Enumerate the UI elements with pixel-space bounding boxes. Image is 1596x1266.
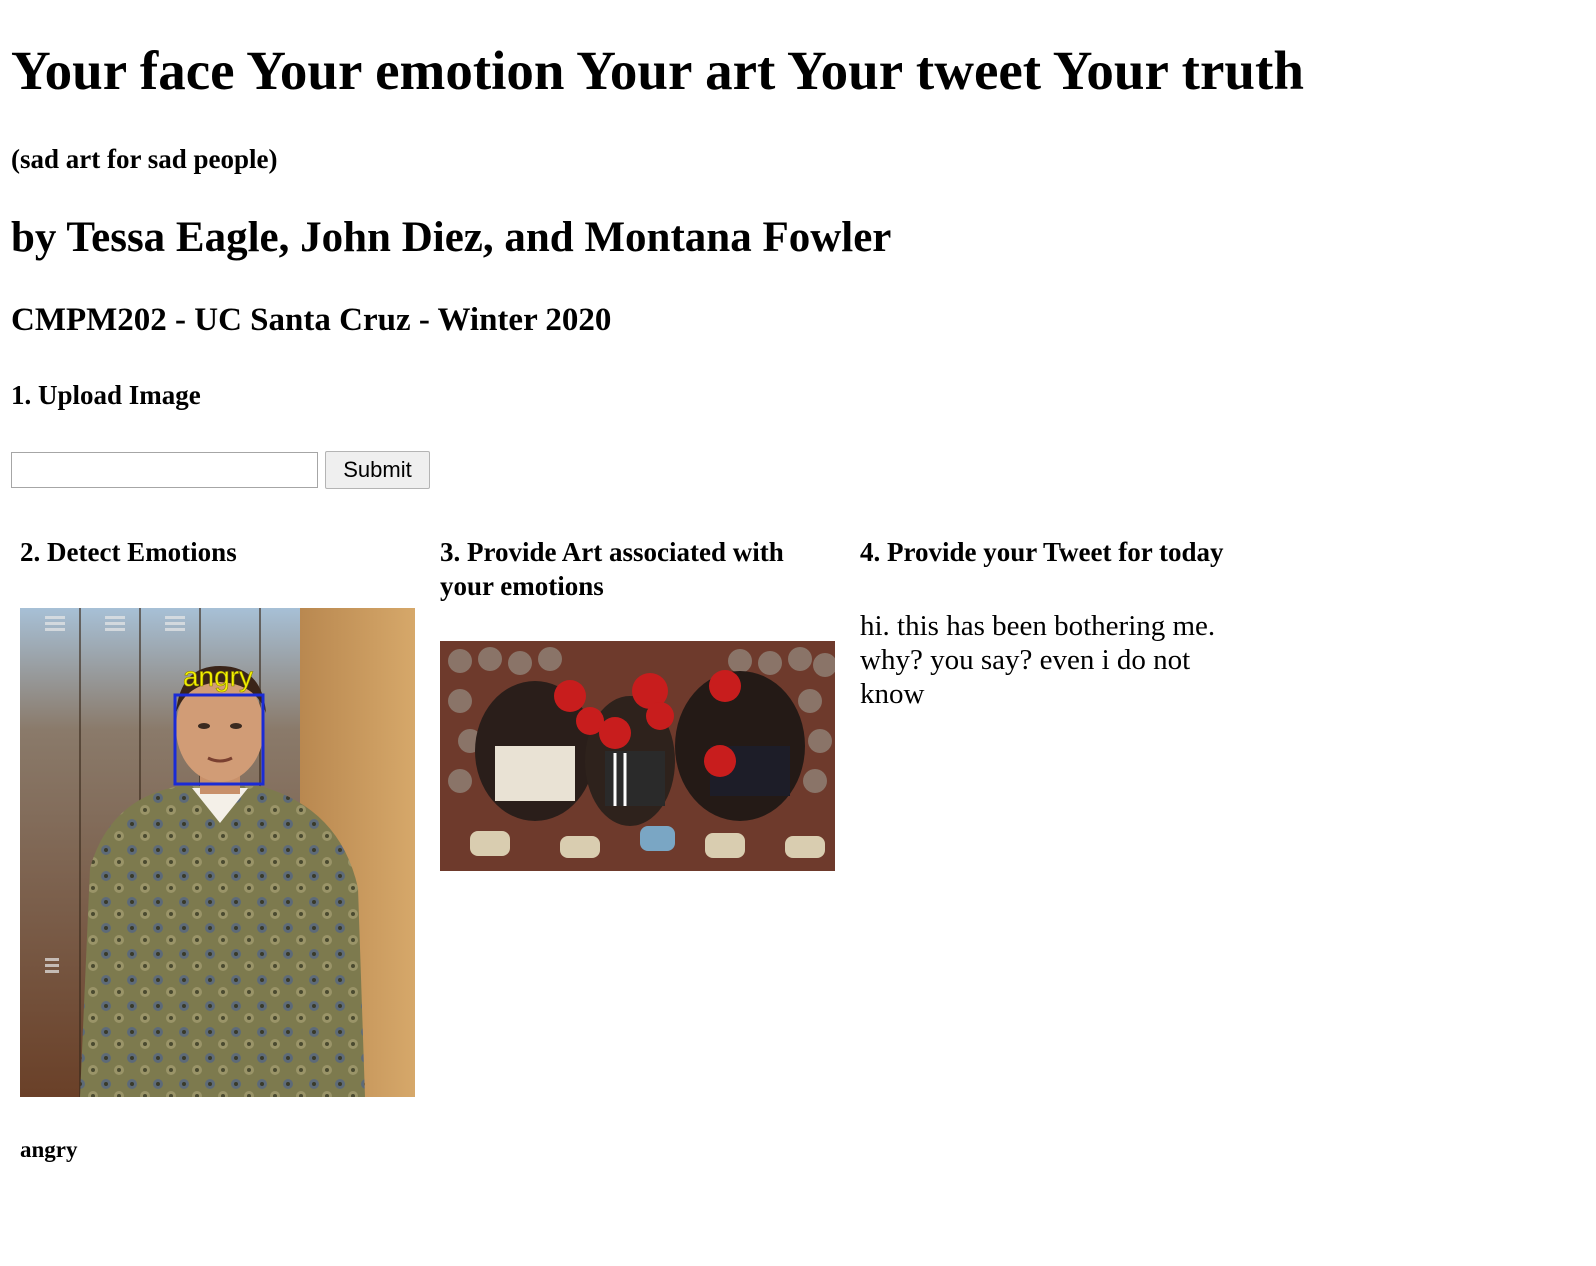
tweet-step-heading: 4. Provide your Tweet for today: [860, 537, 1224, 567]
tweet-text: hi. this has been bothering me. why? you…: [860, 610, 1216, 710]
detected-emotion-text: angry: [20, 1137, 78, 1162]
page-title: Your face Your emotion Your art Your twe…: [11, 40, 1304, 101]
upload-form: Submit: [11, 450, 430, 490]
art-column: 3. Provide Art associated with your emot…: [440, 535, 840, 871]
authors-heading: by Tessa Eagle, John Diez, and Montana F…: [11, 214, 892, 261]
detect-emotions-column: 2. Detect Emotions angry angry: [20, 535, 420, 1162]
tweet-column: 4. Provide your Tweet for today hi. this…: [860, 535, 1280, 710]
image-url-input[interactable]: [11, 452, 318, 488]
course-heading: CMPM202 - UC Santa Cruz - Winter 2020: [11, 302, 612, 338]
art-step-heading: 3. Provide Art associated with your emot…: [440, 537, 784, 601]
uploaded-photo: angry: [20, 608, 415, 1097]
submit-button[interactable]: Submit: [325, 451, 430, 489]
page-subtitle: (sad art for sad people): [11, 144, 278, 174]
face-emotion-label: angry: [183, 661, 253, 692]
upload-step-heading: 1. Upload Image: [11, 380, 201, 410]
detect-step-heading: 2. Detect Emotions: [20, 537, 237, 567]
art-image: [440, 641, 835, 871]
